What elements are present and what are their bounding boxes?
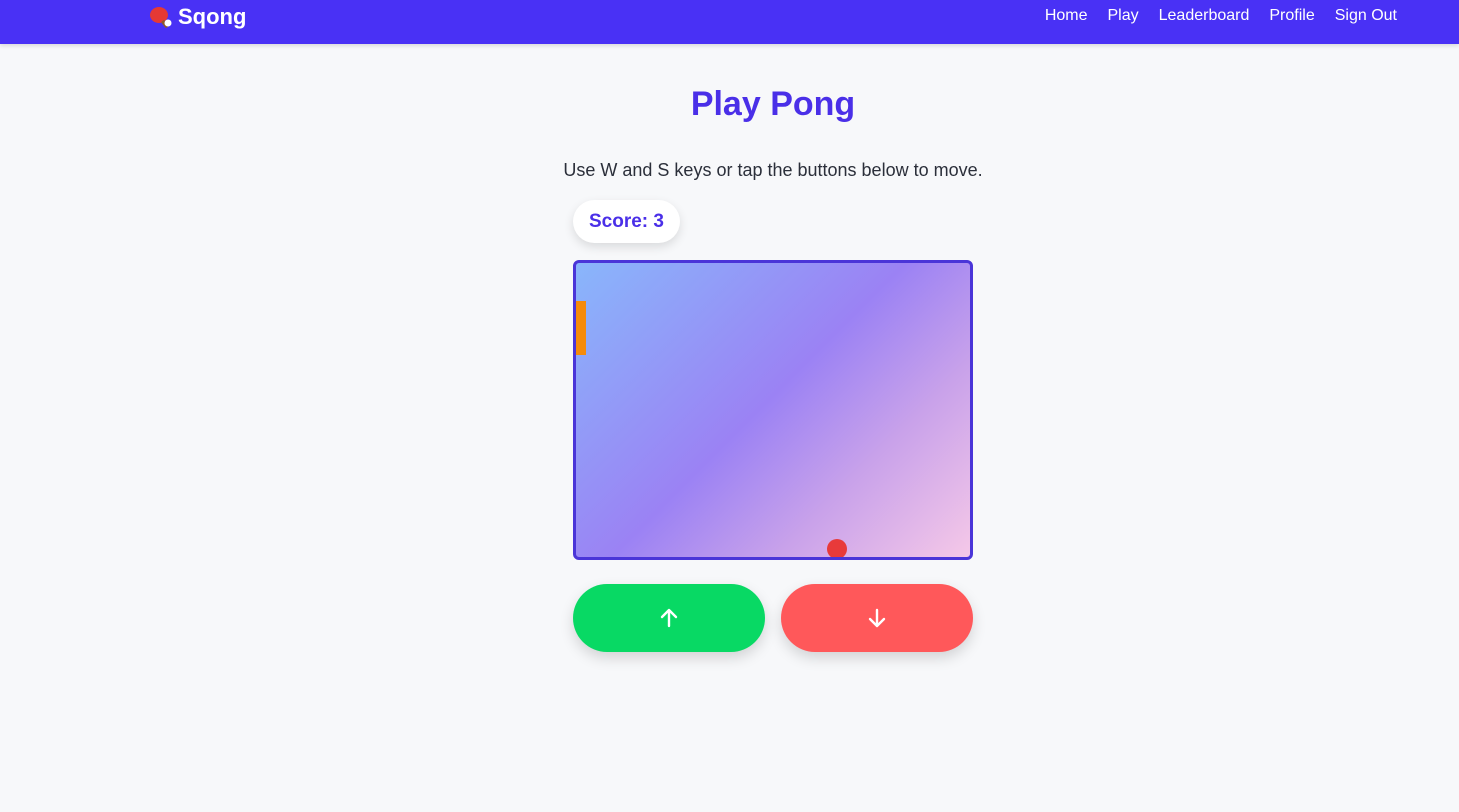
instructions-text: Use W and S keys or tap the buttons belo… bbox=[563, 160, 983, 180]
nav-link-profile[interactable]: Profile bbox=[1269, 6, 1314, 26]
arrow-up-icon bbox=[660, 608, 678, 628]
nav-link-leaderboard[interactable]: Leaderboard bbox=[1159, 6, 1250, 26]
nav-link-sign-out[interactable]: Sign Out bbox=[1335, 6, 1397, 26]
top-navbar: Sqong Home Play Leaderboard Profile Sign… bbox=[0, 0, 1459, 44]
brand-link[interactable]: Sqong bbox=[148, 4, 246, 30]
nav-links: Home Play Leaderboard Profile Sign Out bbox=[1045, 6, 1397, 26]
game-board[interactable] bbox=[573, 260, 973, 560]
arrow-down-icon bbox=[868, 608, 886, 628]
ping-pong-paddle-icon bbox=[148, 5, 174, 29]
brand-name: Sqong bbox=[178, 4, 247, 29]
move-down-button[interactable] bbox=[781, 584, 973, 652]
score-badge: Score: 3 bbox=[573, 200, 680, 243]
nav-link-play[interactable]: Play bbox=[1108, 6, 1139, 26]
page-title: Play Pong bbox=[690, 85, 856, 123]
move-up-button[interactable] bbox=[573, 584, 765, 652]
player-paddle bbox=[576, 301, 586, 355]
ball bbox=[827, 539, 847, 557]
score-label: Score: 3 bbox=[589, 210, 664, 232]
nav-link-home[interactable]: Home bbox=[1045, 6, 1088, 26]
